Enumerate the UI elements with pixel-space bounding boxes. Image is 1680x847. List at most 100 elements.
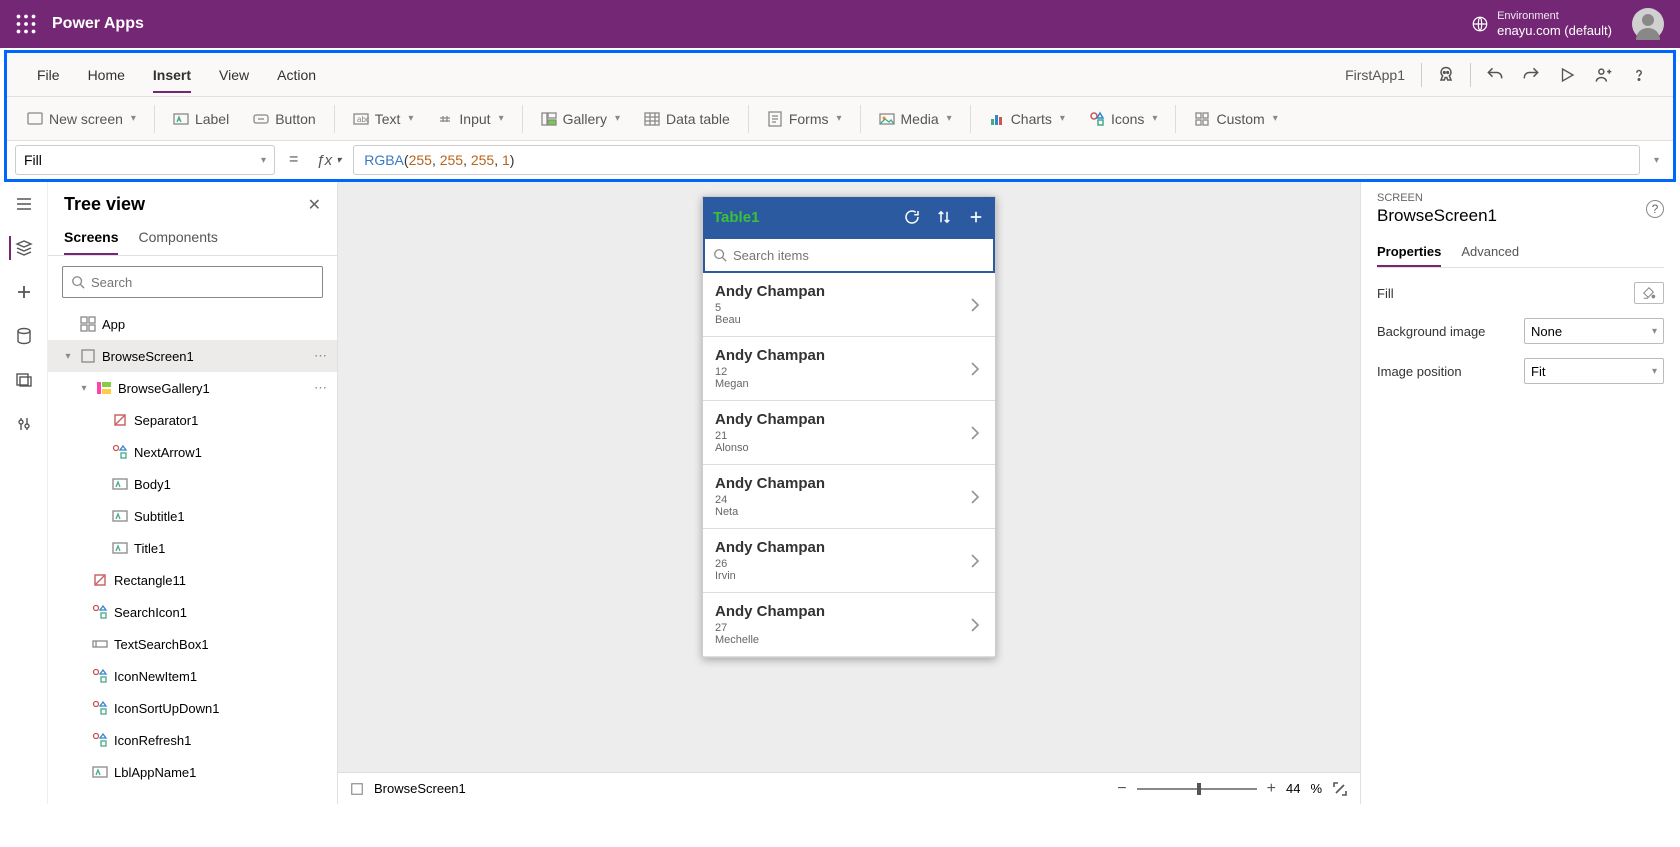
list-item-subtitle: 24: [715, 494, 825, 506]
app-checker-icon[interactable]: [1428, 57, 1464, 93]
datatable-button[interactable]: Data table: [634, 101, 740, 137]
tree-item-browsescreen1[interactable]: ▾ BrowseScreen1 ⋯: [48, 340, 337, 372]
gallery-button[interactable]: Gallery ▾: [531, 101, 630, 137]
chevron-right-icon[interactable]: [967, 617, 983, 633]
chevron-right-icon[interactable]: [967, 297, 983, 313]
tree-search-input[interactable]: [91, 275, 314, 290]
user-avatar[interactable]: [1632, 8, 1664, 40]
zoom-out-icon[interactable]: −: [1117, 780, 1126, 798]
hamburger-icon[interactable]: [12, 192, 36, 216]
tab-advanced[interactable]: Advanced: [1461, 238, 1519, 267]
charts-button[interactable]: Charts ▾: [979, 101, 1075, 137]
tree-item-label: Title1: [134, 541, 165, 556]
tree-item-iconrefresh1[interactable]: IconRefresh1: [48, 724, 337, 756]
media-button[interactable]: Media ▾: [869, 101, 962, 137]
prop-fill-swatch[interactable]: [1634, 282, 1664, 304]
new-screen-button[interactable]: New screen ▾: [17, 101, 146, 137]
menu-file[interactable]: File: [23, 53, 74, 97]
list-item[interactable]: Andy Champan 24 Neta: [703, 465, 995, 529]
chevron-down-icon: ▾: [261, 155, 266, 166]
label-icon: [112, 508, 128, 524]
help-icon[interactable]: [1621, 57, 1657, 93]
prop-imgpos-select[interactable]: Fit ▾: [1524, 358, 1664, 384]
tree-item-body1[interactable]: Body1: [48, 468, 337, 500]
formula-input[interactable]: RGBA(255, 255, 255, 1): [353, 145, 1640, 175]
chevron-right-icon[interactable]: [967, 489, 983, 505]
prop-type: SCREEN: [1377, 192, 1664, 204]
preview-search[interactable]: [703, 237, 995, 273]
list-item-title: Andy Champan: [715, 475, 825, 492]
property-selector[interactable]: Fill ▾: [15, 145, 275, 175]
formula-expand-icon[interactable]: ▾: [1648, 155, 1665, 166]
list-item[interactable]: Andy Champan 5 Beau: [703, 273, 995, 337]
zoom-in-icon[interactable]: +: [1267, 780, 1276, 798]
list-item-body: Neta: [715, 506, 825, 518]
sort-icon[interactable]: [935, 208, 953, 226]
caret-down-icon[interactable]: ▾: [78, 383, 90, 394]
undo-icon[interactable]: [1477, 57, 1513, 93]
zoom-slider[interactable]: [1137, 788, 1257, 790]
custom-button[interactable]: Custom ▾: [1184, 101, 1287, 137]
list-item[interactable]: Andy Champan 12 Megan: [703, 337, 995, 401]
environment-icon[interactable]: [1471, 15, 1489, 33]
tree-item-iconnewitem1[interactable]: IconNewItem1: [48, 660, 337, 692]
menu-view[interactable]: View: [205, 53, 263, 97]
more-icon[interactable]: ⋯: [314, 380, 329, 396]
chevron-right-icon[interactable]: [967, 425, 983, 441]
list-item[interactable]: Andy Champan 26 Irvin: [703, 529, 995, 593]
prop-bgimage-select[interactable]: None ▾: [1524, 318, 1664, 344]
app-name[interactable]: FirstApp1: [1345, 67, 1405, 83]
tab-screens[interactable]: Screens: [64, 221, 118, 255]
label-icon: [112, 476, 128, 492]
tree-item-rectangle11[interactable]: Rectangle11: [48, 564, 337, 596]
more-icon[interactable]: ⋯: [314, 348, 329, 364]
chevron-down-icon: ▾: [1652, 366, 1657, 377]
tab-components[interactable]: Components: [138, 221, 217, 255]
data-icon[interactable]: [12, 324, 36, 348]
button-button[interactable]: Button: [243, 101, 325, 137]
tree-item-nextarrow1[interactable]: NextArrow1: [48, 436, 337, 468]
advanced-tools-icon[interactable]: [12, 412, 36, 436]
tree-item-textsearchbox1[interactable]: TextSearchBox1: [48, 628, 337, 660]
tree-item-searchicon1[interactable]: SearchIcon1: [48, 596, 337, 628]
tree-item-separator1[interactable]: Separator1: [48, 404, 337, 436]
canvas[interactable]: Table1 Andy Champan 5 Beau Andy Champan …: [338, 182, 1360, 804]
menu-insert[interactable]: Insert: [139, 53, 205, 97]
insert-icon[interactable]: [12, 280, 36, 304]
prop-bgimage-value: None: [1531, 324, 1562, 339]
tree-item-browsegallery1[interactable]: ▾ BrowseGallery1 ⋯: [48, 372, 337, 404]
tree-item-iconsortupdown1[interactable]: IconSortUpDown1: [48, 692, 337, 724]
add-icon[interactable]: [967, 208, 985, 226]
tree-app-node[interactable]: App: [48, 308, 337, 340]
tree-search[interactable]: [62, 266, 323, 298]
menu-action[interactable]: Action: [263, 53, 330, 97]
tree-view-icon[interactable]: [9, 236, 33, 260]
refresh-icon[interactable]: [903, 208, 921, 226]
chevron-right-icon[interactable]: [967, 361, 983, 377]
close-icon[interactable]: ✕: [308, 195, 321, 215]
help-icon[interactable]: ?: [1646, 200, 1664, 218]
share-icon[interactable]: [1585, 57, 1621, 93]
tree-item-lblappname1[interactable]: LblAppName1: [48, 756, 337, 788]
input-button[interactable]: Input ▾: [427, 101, 513, 137]
redo-icon[interactable]: [1513, 57, 1549, 93]
play-icon[interactable]: [1549, 57, 1585, 93]
waffle-icon[interactable]: [16, 14, 36, 34]
preview-search-input[interactable]: [733, 248, 985, 263]
list-item[interactable]: Andy Champan 27 Mechelle: [703, 593, 995, 657]
forms-button[interactable]: Forms ▾: [757, 101, 852, 137]
list-item[interactable]: Andy Champan 21 Alonso: [703, 401, 995, 465]
environment-picker[interactable]: Environment enayu.com (default): [1497, 10, 1612, 39]
tree-item-title1[interactable]: Title1: [48, 532, 337, 564]
fx-label[interactable]: ƒx▾: [312, 152, 345, 169]
text-button[interactable]: abc Text ▾: [343, 101, 424, 137]
caret-down-icon[interactable]: ▾: [62, 351, 74, 362]
media-panel-icon[interactable]: [12, 368, 36, 392]
tree-item-subtitle1[interactable]: Subtitle1: [48, 500, 337, 532]
chevron-right-icon[interactable]: [967, 553, 983, 569]
menu-home[interactable]: Home: [74, 53, 139, 97]
icons-button[interactable]: Icons ▾: [1079, 101, 1168, 137]
label-button[interactable]: Label: [163, 101, 239, 137]
tab-properties[interactable]: Properties: [1377, 238, 1441, 267]
fit-to-screen-icon[interactable]: [1332, 781, 1348, 797]
